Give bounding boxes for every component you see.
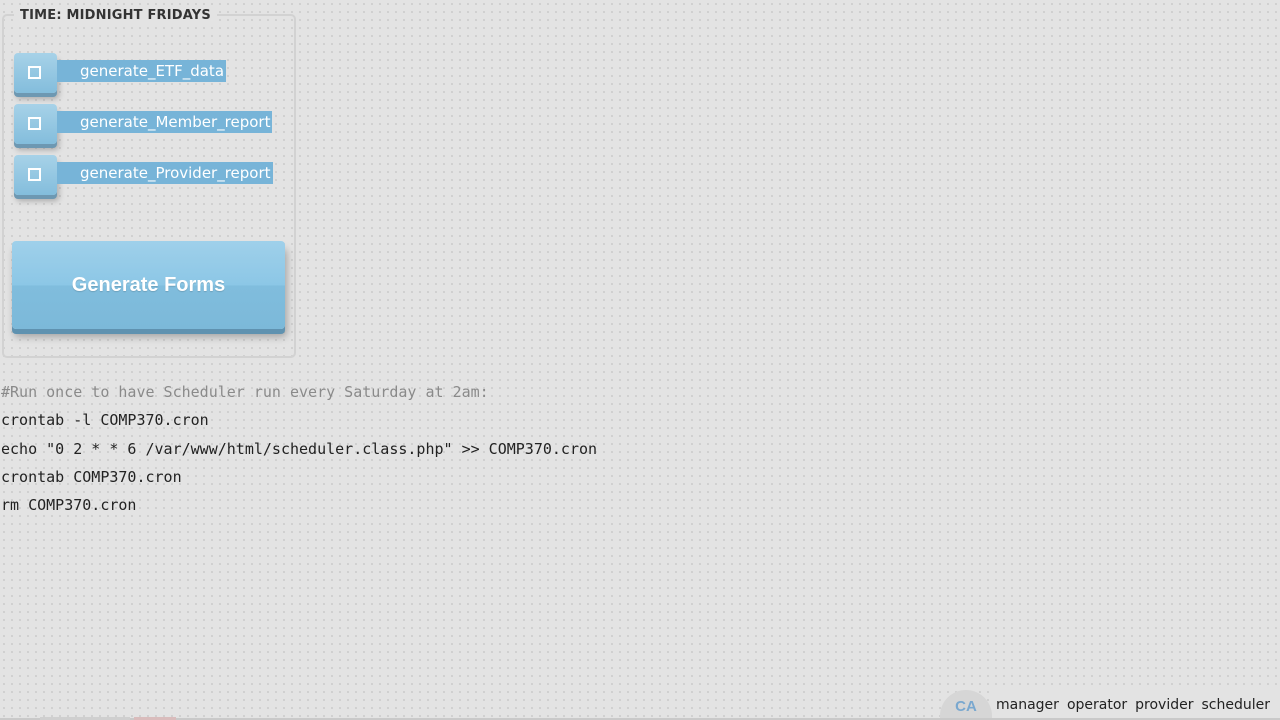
task-label[interactable]: generate_Provider_report	[57, 162, 273, 184]
role-link-manager[interactable]: manager	[996, 697, 1059, 713]
role-bar: CA manager operator provider scheduler	[940, 690, 1280, 720]
role-link-operator[interactable]: operator	[1067, 697, 1127, 713]
role-link-provider[interactable]: provider	[1135, 697, 1193, 713]
cron-instructions: #Run once to have Scheduler run every Sa…	[1, 382, 597, 523]
task-label[interactable]: generate_ETF_data	[57, 60, 227, 82]
role-links: manager operator provider scheduler	[992, 690, 1280, 720]
checkbox-icon[interactable]	[28, 168, 41, 181]
task-checkbox-container[interactable]	[14, 104, 57, 144]
schedule-panel: TIME: MIDNIGHT FRIDAYS generate_ETF_data…	[2, 6, 296, 358]
task-checkbox-container[interactable]	[14, 155, 57, 195]
code-comment: #Run once to have Scheduler run every Sa…	[1, 383, 489, 401]
generate-forms-button[interactable]: Generate Forms	[12, 241, 285, 329]
checkbox-icon[interactable]	[28, 117, 41, 130]
task-checkbox-container[interactable]	[14, 53, 57, 93]
panel-title: TIME: MIDNIGHT FRIDAYS	[14, 6, 217, 26]
role-link-scheduler[interactable]: scheduler	[1202, 697, 1271, 713]
checkbox-icon[interactable]	[28, 66, 41, 79]
code-line: echo "0 2 * * 6 /var/www/html/scheduler.…	[1, 439, 598, 458]
task-label[interactable]: generate_Member_report	[57, 111, 273, 133]
code-line: crontab COMP370.cron	[1, 467, 182, 486]
code-line: crontab -l COMP370.cron	[1, 411, 209, 430]
ca-badge[interactable]: CA	[940, 690, 992, 720]
code-line: rm COMP370.cron	[1, 496, 137, 515]
